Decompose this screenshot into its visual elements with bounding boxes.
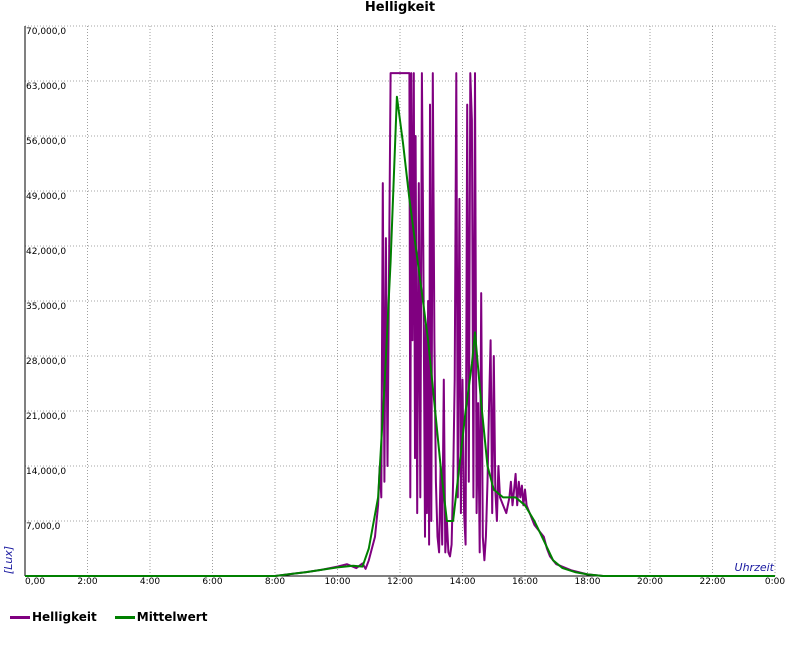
y-tick-labels: 7,000,0 14,000,0 21,000,0 28,000,0 35,000,0 4… — [26, 27, 66, 532]
y-tick-label: 56,000,0 — [26, 137, 66, 147]
y-tick-label: 14,000,0 — [26, 467, 66, 477]
x-tick-label: 6:00 — [202, 577, 222, 587]
legend-label-mittelwert: Mittelwert — [136, 610, 208, 624]
legend-swatch-helligkeit — [10, 615, 30, 619]
x-tick-label: 8:00 — [265, 577, 285, 587]
legend-item-mittelwert: Mittelwert — [114, 610, 208, 624]
x-tick-label: 18:00 — [575, 577, 601, 587]
x-tick-labels: 0,00 2:00 4:00 6:00 8:00 10:00 12:00 14:00 16:00… — [25, 577, 785, 587]
grid-lines — [25, 25, 776, 576]
line-chart: 7,000,0 14,000,0 21,000,0 28,000,0 35,000,0 4… — [2, 25, 785, 587]
x-tick-label: 20:00 — [637, 577, 663, 587]
x-tick-label: 4:00 — [140, 577, 160, 587]
y-tick-label: 21,000,0 — [26, 412, 66, 422]
x-tick-label: 22:00 — [700, 577, 726, 587]
x-tick-label: 16:00 — [512, 577, 538, 587]
series-line-mittelwert — [25, 95, 775, 577]
y-tick-label: 35,000,0 — [26, 302, 66, 312]
x-tick-label: 2:00 — [77, 577, 97, 587]
legend-item-helligkeit: Helligkeit — [10, 610, 97, 624]
y-tick-label: 49,000,0 — [26, 192, 66, 202]
legend-swatch-mittelwert — [114, 615, 135, 619]
legend: Helligkeit Mittelwert — [10, 608, 207, 626]
y-tick-label: 63,000,0 — [26, 82, 66, 92]
y-tick-label: 70,000,0 — [26, 27, 66, 37]
x-tick-label: 10:00 — [325, 577, 351, 587]
x-tick-label: 12:00 — [387, 577, 413, 587]
x-tick-label: 0,00 — [25, 577, 45, 587]
legend-label-helligkeit: Helligkeit — [32, 610, 97, 624]
y-axis-label: [Lux] — [2, 546, 15, 574]
y-tick-label: 28,000,0 — [26, 357, 66, 367]
y-tick-label: 7,000,0 — [26, 522, 61, 532]
x-tick-label: 0:00 — [765, 577, 785, 587]
x-tick-label: 14:00 — [450, 577, 476, 587]
x-axis-label: Uhrzeit — [735, 561, 775, 574]
y-tick-label: 42,000,0 — [26, 247, 66, 257]
